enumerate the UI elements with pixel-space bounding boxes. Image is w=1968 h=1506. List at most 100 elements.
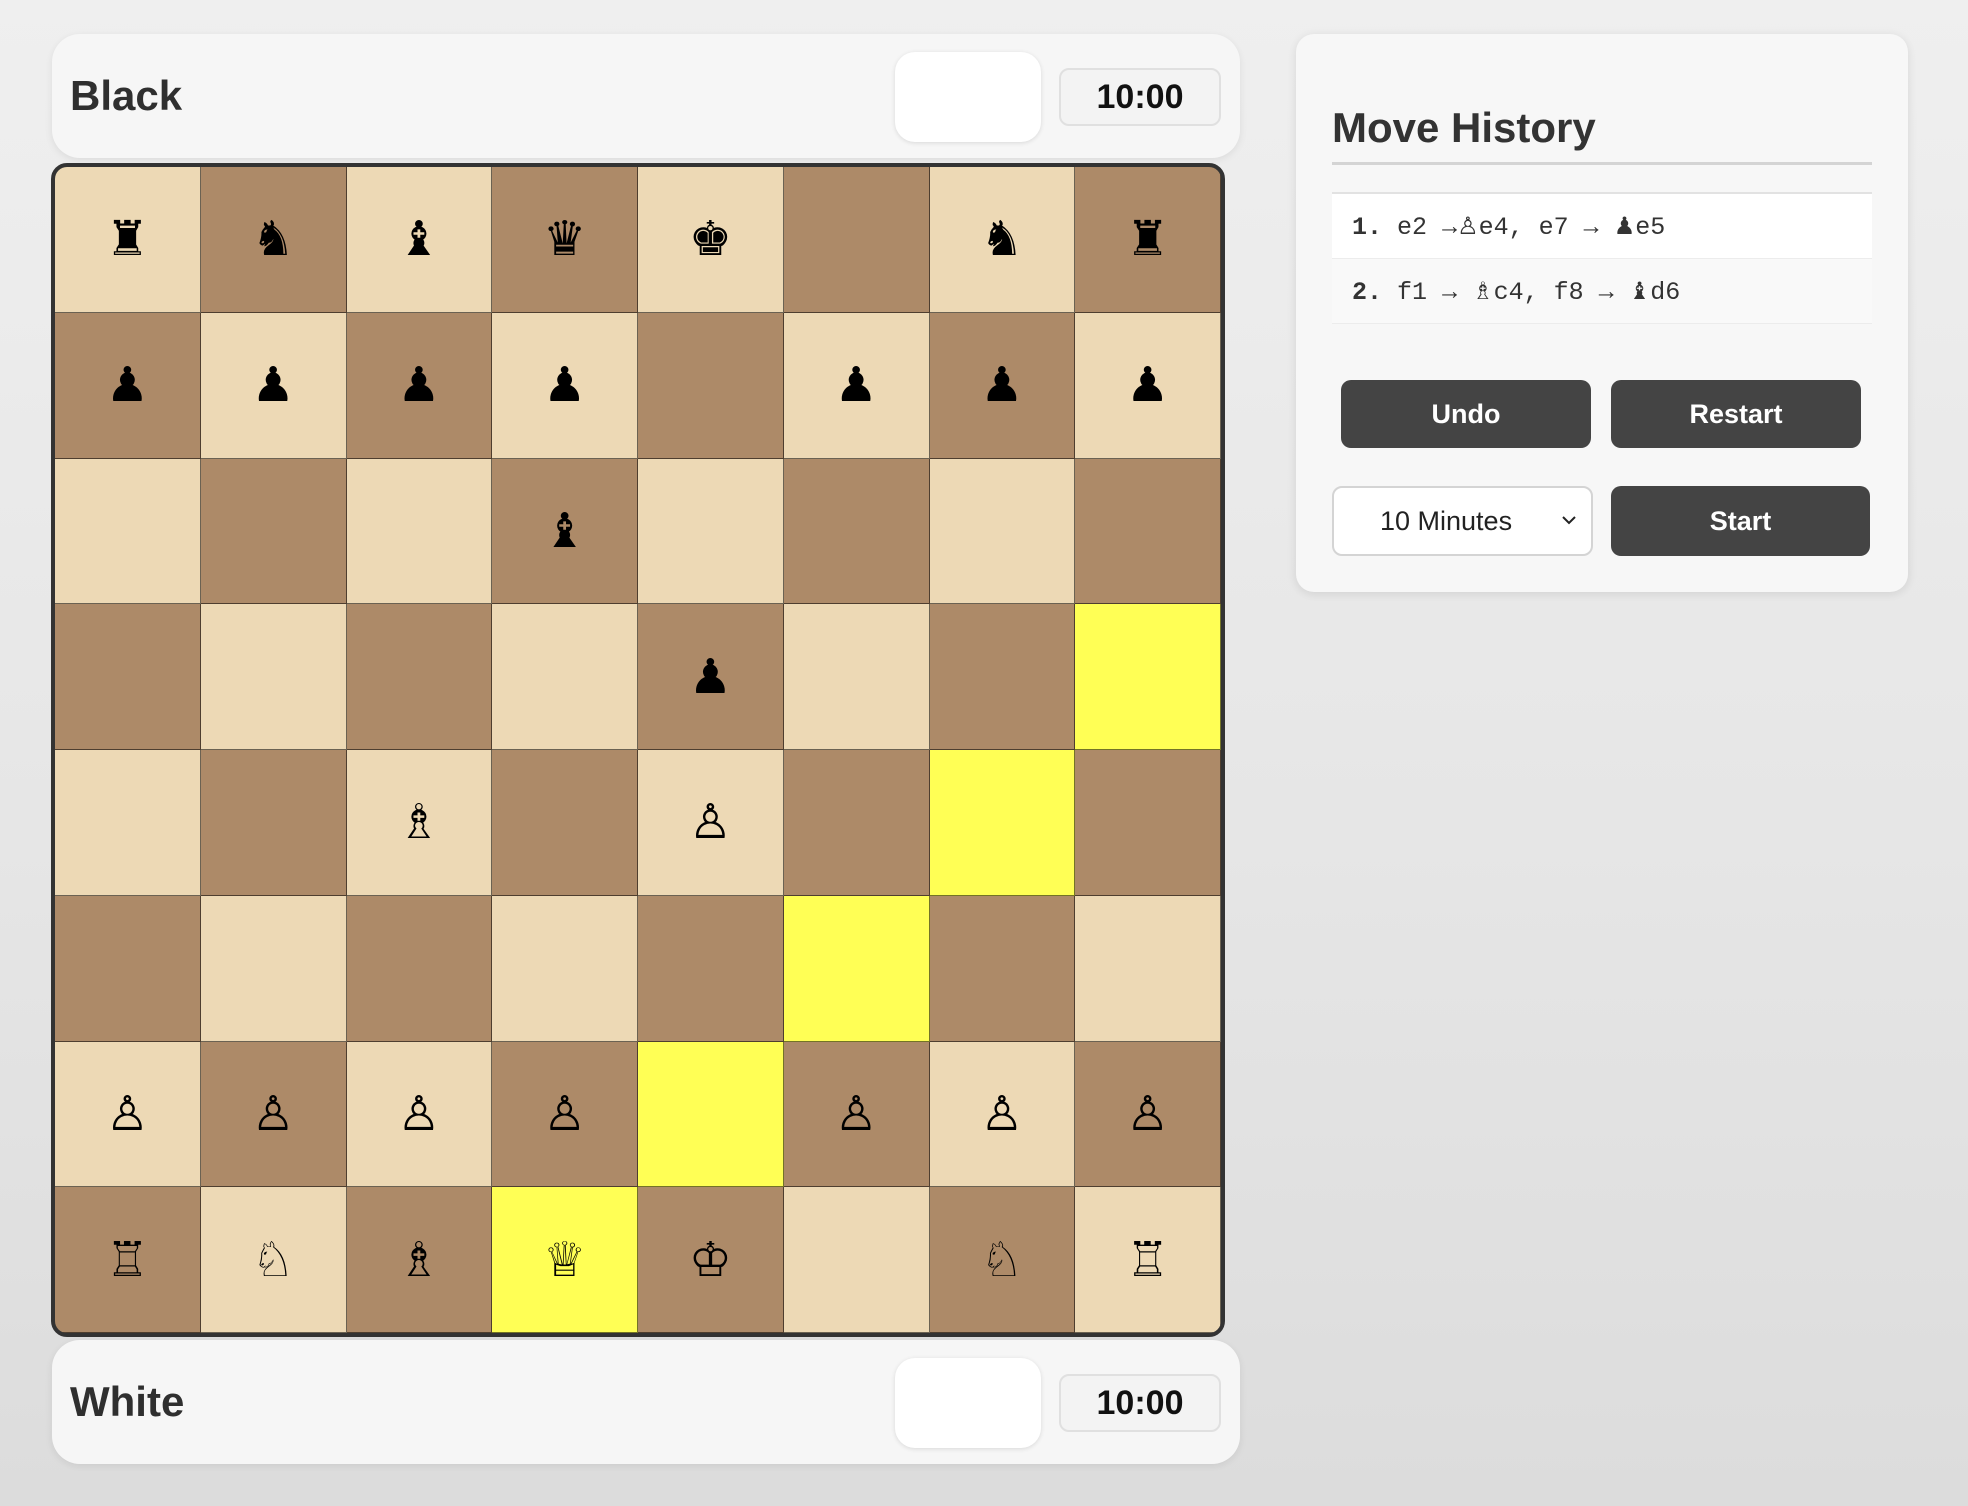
square-h6[interactable] [1075, 458, 1221, 605]
white-pawn-icon[interactable]: ♙ [397, 1086, 440, 1142]
square-g8[interactable]: ♞ [929, 167, 1076, 313]
white-bishop-icon[interactable]: ♗ [397, 794, 440, 850]
square-c7[interactable]: ♟ [346, 312, 493, 459]
square-e2[interactable] [638, 1041, 784, 1188]
square-h3[interactable] [1075, 895, 1221, 1042]
white-king-icon[interactable]: ♔ [689, 1232, 732, 1288]
square-f4[interactable] [783, 750, 930, 896]
restart-button[interactable]: Restart [1611, 380, 1861, 448]
square-g3[interactable] [929, 895, 1076, 1042]
square-d2[interactable]: ♙ [492, 1041, 638, 1188]
white-pawn-icon[interactable]: ♙ [252, 1086, 295, 1142]
square-d5[interactable] [492, 604, 638, 750]
square-b3[interactable] [200, 895, 347, 1042]
square-d3[interactable] [492, 895, 638, 1042]
square-h7[interactable]: ♟ [1075, 312, 1221, 459]
square-b5[interactable] [200, 604, 347, 750]
white-bishop-icon[interactable]: ♗ [397, 1232, 440, 1288]
black-pawn-icon[interactable]: ♟ [1126, 357, 1169, 413]
black-pawn-icon[interactable]: ♟ [397, 357, 440, 413]
black-king-icon[interactable]: ♚ [689, 211, 732, 267]
square-e5[interactable]: ♟ [638, 604, 784, 750]
square-c3[interactable] [346, 895, 493, 1042]
square-d8[interactable]: ♛ [492, 167, 638, 313]
square-h1[interactable]: ♖ [1075, 1187, 1221, 1333]
white-knight-icon[interactable]: ♘ [980, 1232, 1023, 1288]
white-pawn-icon[interactable]: ♙ [689, 794, 732, 850]
white-pawn-icon[interactable]: ♙ [1126, 1086, 1169, 1142]
square-d7[interactable]: ♟ [492, 312, 638, 459]
square-f7[interactable]: ♟ [783, 312, 930, 459]
black-knight-icon[interactable]: ♞ [252, 211, 295, 267]
square-b8[interactable]: ♞ [200, 167, 347, 313]
time-control-select[interactable]: 10 Minutes [1332, 486, 1593, 556]
square-e4[interactable]: ♙ [638, 750, 784, 896]
square-b4[interactable] [200, 750, 347, 896]
black-knight-icon[interactable]: ♞ [980, 211, 1023, 267]
square-a6[interactable] [55, 458, 201, 605]
black-rook-icon[interactable]: ♜ [106, 211, 149, 267]
black-queen-icon[interactable]: ♛ [543, 211, 586, 267]
square-b7[interactable]: ♟ [200, 312, 347, 459]
square-h2[interactable]: ♙ [1075, 1041, 1221, 1188]
square-g6[interactable] [929, 458, 1076, 605]
square-f6[interactable] [783, 458, 930, 605]
square-d6[interactable]: ♝ [492, 458, 638, 605]
square-d1[interactable]: ♕ [492, 1187, 638, 1333]
square-a5[interactable] [55, 604, 201, 750]
square-a3[interactable] [55, 895, 201, 1042]
square-g2[interactable]: ♙ [929, 1041, 1076, 1188]
square-c2[interactable]: ♙ [346, 1041, 493, 1188]
start-button[interactable]: Start [1611, 486, 1870, 556]
white-pawn-icon[interactable]: ♙ [543, 1086, 586, 1142]
black-pawn-icon[interactable]: ♟ [106, 357, 149, 413]
square-h5[interactable] [1075, 604, 1221, 750]
square-b1[interactable]: ♘ [200, 1187, 347, 1333]
square-b2[interactable]: ♙ [200, 1041, 347, 1188]
square-g5[interactable] [929, 604, 1076, 750]
black-bishop-icon[interactable]: ♝ [397, 211, 440, 267]
square-d4[interactable] [492, 750, 638, 896]
white-rook-icon[interactable]: ♖ [1126, 1232, 1169, 1288]
black-pawn-icon[interactable]: ♟ [835, 357, 878, 413]
square-e7[interactable] [638, 312, 784, 459]
white-pawn-icon[interactable]: ♙ [980, 1086, 1023, 1142]
square-g4[interactable] [929, 750, 1076, 896]
square-c6[interactable] [346, 458, 493, 605]
square-e6[interactable] [638, 458, 784, 605]
square-c4[interactable]: ♗ [346, 750, 493, 896]
white-pawn-icon[interactable]: ♙ [835, 1086, 878, 1142]
square-h8[interactable]: ♜ [1075, 167, 1221, 313]
square-f3[interactable] [783, 895, 930, 1042]
square-a4[interactable] [55, 750, 201, 896]
square-f2[interactable]: ♙ [783, 1041, 930, 1188]
black-pawn-icon[interactable]: ♟ [689, 649, 732, 705]
square-a8[interactable]: ♜ [55, 167, 201, 313]
square-c1[interactable]: ♗ [346, 1187, 493, 1333]
black-pawn-icon[interactable]: ♟ [252, 357, 295, 413]
square-c8[interactable]: ♝ [346, 167, 493, 313]
square-e3[interactable] [638, 895, 784, 1042]
white-queen-icon[interactable]: ♕ [543, 1232, 586, 1288]
white-rook-icon[interactable]: ♖ [106, 1232, 149, 1288]
white-knight-icon[interactable]: ♘ [252, 1232, 295, 1288]
square-f8[interactable] [783, 167, 930, 313]
undo-button[interactable]: Undo [1341, 380, 1591, 448]
square-b6[interactable] [200, 458, 347, 605]
square-f5[interactable] [783, 604, 930, 750]
square-e1[interactable]: ♔ [638, 1187, 784, 1333]
black-rook-icon[interactable]: ♜ [1126, 211, 1169, 267]
white-pawn-icon[interactable]: ♙ [106, 1086, 149, 1142]
square-a1[interactable]: ♖ [55, 1187, 201, 1333]
square-c5[interactable] [346, 604, 493, 750]
black-pawn-icon[interactable]: ♟ [980, 357, 1023, 413]
square-g7[interactable]: ♟ [929, 312, 1076, 459]
square-g1[interactable]: ♘ [929, 1187, 1076, 1333]
black-bishop-icon[interactable]: ♝ [543, 503, 586, 559]
square-h4[interactable] [1075, 750, 1221, 896]
square-a2[interactable]: ♙ [55, 1041, 201, 1188]
square-a7[interactable]: ♟ [55, 312, 201, 459]
black-pawn-icon[interactable]: ♟ [543, 357, 586, 413]
square-e8[interactable]: ♚ [638, 167, 784, 313]
square-f1[interactable] [783, 1187, 930, 1333]
